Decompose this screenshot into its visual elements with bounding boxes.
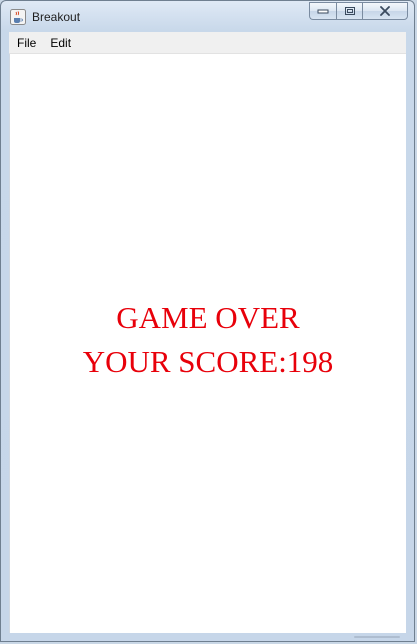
java-cup-icon[interactable] — [10, 9, 26, 25]
menu-edit[interactable]: Edit — [43, 33, 78, 53]
window-title: Breakout — [32, 10, 81, 24]
score-text: YOUR SCORE:198 — [82, 344, 334, 379]
close-icon — [380, 6, 390, 16]
app-window: Breakout File Edit GAME OVER YOUR SCORE:… — [0, 0, 415, 642]
menu-bar: File Edit — [9, 32, 406, 54]
minimize-icon — [317, 9, 329, 14]
title-bar[interactable]: Breakout — [1, 1, 414, 31]
resize-grip[interactable] — [354, 636, 400, 638]
close-button[interactable] — [362, 2, 408, 20]
maximize-icon — [344, 7, 355, 15]
window-controls — [309, 2, 408, 21]
minimize-button[interactable] — [309, 2, 336, 20]
maximize-button[interactable] — [336, 2, 362, 20]
menu-file[interactable]: File — [9, 33, 43, 53]
game-canvas[interactable]: GAME OVER YOUR SCORE:198 — [9, 54, 406, 633]
game-over-text: GAME OVER — [116, 300, 300, 335]
